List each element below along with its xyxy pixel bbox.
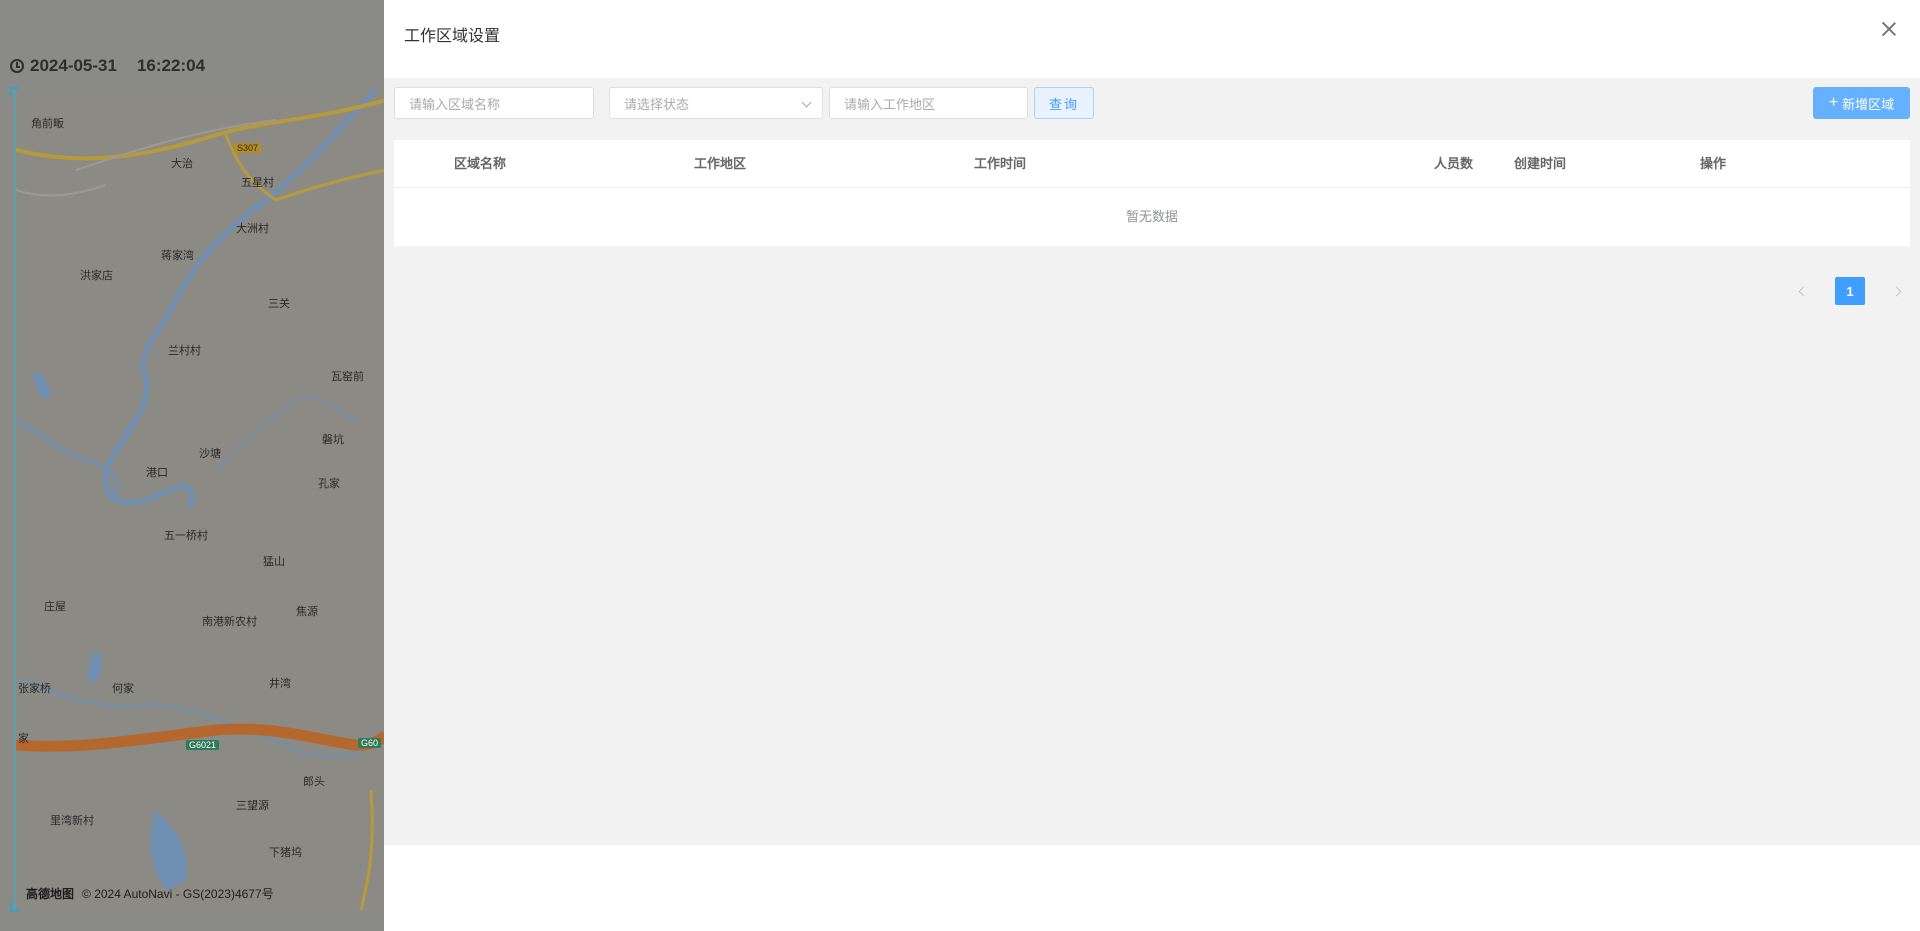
area-name-input[interactable]: 请输入区域名称 bbox=[394, 87, 594, 119]
frame-corner-icon bbox=[10, 902, 20, 912]
map-label: 三望源 bbox=[236, 800, 269, 812]
page-number[interactable]: 1 bbox=[1835, 277, 1865, 305]
column-header-area-name: 区域名称 bbox=[454, 156, 507, 171]
map-label: 沙塘 bbox=[199, 448, 221, 460]
map-view[interactable]: S307 G6021 G60 角前畈 大治 五星村 大洲村 蒋家湾 洪家店 兰村… bbox=[14, 90, 384, 910]
drawer-header: 工作区域设置 bbox=[384, 0, 1920, 78]
work-area-input[interactable]: 请输入工作地区 bbox=[829, 87, 1028, 119]
column-header-work-time: 工作时间 bbox=[974, 156, 1027, 171]
map-label: 洪家店 bbox=[80, 270, 113, 282]
chevron-left-icon[interactable] bbox=[1798, 286, 1809, 296]
map-label: 井湾 bbox=[269, 678, 291, 690]
query-button[interactable]: 查询 bbox=[1034, 87, 1094, 119]
map-label: 郎头 bbox=[303, 776, 325, 788]
clock-icon bbox=[10, 59, 24, 73]
map-label: 何家 bbox=[112, 683, 134, 695]
plus-icon: + bbox=[1828, 94, 1839, 111]
filter-toolbar: 请输入区域名称 请选择状态 请输入工作地区 查询 + 新增区域 bbox=[394, 87, 1910, 119]
column-header-staff-count: 人员数 bbox=[1434, 156, 1474, 171]
map-label: 瓦窑前 bbox=[331, 371, 364, 383]
add-area-label: 新增区域 bbox=[1842, 96, 1895, 112]
drawer-title: 工作区域设置 bbox=[404, 28, 501, 45]
datetime-bar: 2024-05-31 16:22:04 bbox=[10, 55, 205, 77]
column-header-created-time: 创建时间 bbox=[1514, 156, 1567, 171]
map-attribution: 高德地图 © 2024 AutoNavi - GS(2023)4677号 bbox=[26, 885, 274, 902]
add-area-button[interactable]: + 新增区域 bbox=[1813, 87, 1910, 119]
map-label: 五一桥村 bbox=[164, 530, 208, 542]
map-label: 家 bbox=[18, 733, 29, 745]
map-label: 磐坑 bbox=[322, 434, 344, 446]
date-text: 2024-05-31 bbox=[30, 56, 117, 75]
map-label: 庄屋 bbox=[44, 601, 66, 613]
work-area-placeholder: 请输入工作地区 bbox=[844, 96, 936, 112]
map-label: 里湾新村 bbox=[50, 815, 94, 827]
map-label: 三关 bbox=[268, 298, 290, 310]
status-select[interactable]: 请选择状态 bbox=[609, 87, 823, 119]
chevron-down-icon bbox=[801, 97, 812, 108]
road-badge: G60 bbox=[358, 738, 382, 748]
road-badge: G6021 bbox=[186, 740, 220, 750]
map-label: 大洲村 bbox=[236, 223, 269, 235]
close-icon[interactable] bbox=[1878, 18, 1900, 40]
work-area-drawer: 工作区域设置 请输入区域名称 请选择状态 请输入工作地区 查询 + 新增区域 区… bbox=[384, 0, 1920, 931]
map-label: 下猪坞 bbox=[269, 847, 302, 859]
map-label: 大治 bbox=[171, 158, 193, 170]
map-copyright: © 2024 AutoNavi - GS(2023)4677号 bbox=[82, 887, 274, 901]
amap-logo: 高德地图 bbox=[26, 887, 75, 901]
map-label: 孔家 bbox=[318, 478, 340, 490]
pagination: 1 bbox=[1798, 277, 1902, 305]
drawer-body: 请输入区域名称 请选择状态 请输入工作地区 查询 + 新增区域 区域名称 工作地… bbox=[384, 78, 1920, 845]
time-text: 16:22:04 bbox=[136, 56, 206, 75]
road-badge: S307 bbox=[234, 143, 262, 153]
frame-corner-icon bbox=[10, 87, 20, 97]
table-header: 区域名称 工作地区 工作时间 人员数 创建时间 操作 bbox=[394, 140, 1910, 188]
map-label: 张家桥 bbox=[18, 683, 51, 695]
map-label: 五星村 bbox=[241, 177, 274, 189]
map-label: 焦源 bbox=[296, 606, 318, 618]
area-name-placeholder: 请输入区域名称 bbox=[409, 96, 501, 112]
empty-text: 暂无数据 bbox=[1125, 209, 1178, 224]
column-header-work-region: 工作地区 bbox=[694, 156, 747, 171]
area-table: 区域名称 工作地区 工作时间 人员数 创建时间 操作 暂无数据 bbox=[394, 140, 1910, 246]
map-label: 蒋家湾 bbox=[161, 250, 194, 262]
map-label: 猛山 bbox=[263, 556, 285, 568]
chevron-right-icon[interactable] bbox=[1891, 286, 1902, 296]
status-placeholder: 请选择状态 bbox=[624, 96, 690, 112]
map-label: 港口 bbox=[146, 467, 168, 479]
map-label: 角前畈 bbox=[31, 118, 64, 130]
map-label: 兰村村 bbox=[168, 345, 201, 357]
column-header-actions: 操作 bbox=[1700, 156, 1727, 171]
map-geometry bbox=[16, 90, 384, 910]
map-label: 南港新农村 bbox=[202, 616, 257, 628]
